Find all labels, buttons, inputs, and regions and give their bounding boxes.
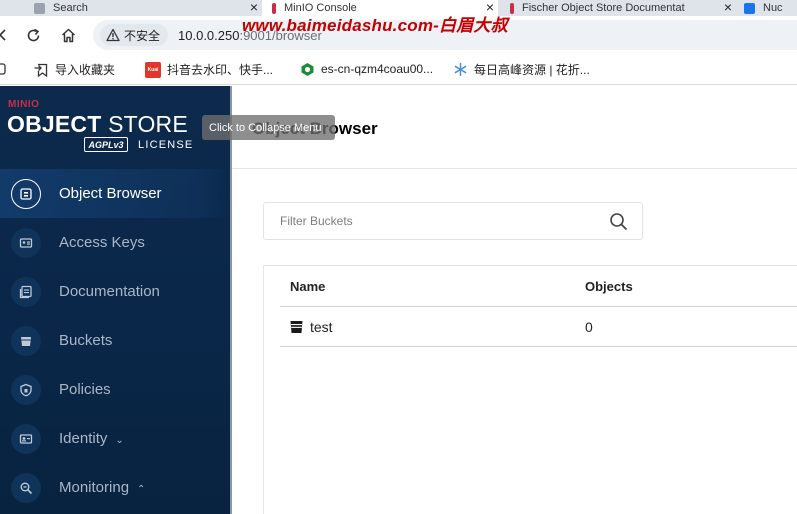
sidebar-item-identity[interactable]: Identity ⌄ — [0, 414, 230, 463]
security-indicator[interactable]: 不安全 — [100, 24, 169, 46]
import-bookmarks-icon — [33, 62, 49, 78]
brand-light: STORE — [108, 111, 188, 137]
table-row[interactable]: test 0 — [280, 307, 797, 347]
sidebar-item-label: Buckets — [59, 332, 113, 349]
collapse-menu-tooltip: Click to Collapse Menu — [202, 115, 335, 140]
tab-docs[interactable]: Fischer Object Store Documentat × — [500, 0, 736, 16]
sidebar-item-label: Documentation — [59, 283, 160, 300]
bookmark-douyin[interactable]: Kuai 抖音去水印、快手... — [145, 61, 273, 78]
access-keys-icon — [11, 227, 41, 258]
tab-search[interactable]: Search × — [0, 0, 262, 16]
filter-buckets-input[interactable] — [264, 203, 594, 239]
search-tab-icon — [34, 2, 45, 14]
column-header-name[interactable]: Name — [290, 279, 325, 294]
documentation-icon — [11, 276, 41, 307]
bucket-icon — [290, 321, 303, 333]
apps-icon — [0, 61, 8, 77]
bookmark-apps[interactable] — [0, 61, 14, 77]
sidebar-item-label: Access Keys — [59, 234, 145, 251]
bookmark-label: 导入收藏夹 — [55, 63, 116, 77]
identity-icon — [11, 423, 41, 454]
docs-tab-icon — [510, 2, 514, 14]
page-header: Object Browser Click to Collapse Menu — [202, 86, 797, 169]
filter-buckets-box[interactable] — [263, 202, 643, 240]
bucket-name: test — [310, 319, 333, 335]
column-header-objects[interactable]: Objects — [585, 279, 633, 294]
brand-title: OBJECT STORE — [7, 111, 188, 138]
sidebar-item-documentation[interactable]: Documentation — [0, 267, 230, 316]
elastic-favicon-icon — [299, 61, 315, 77]
sidebar-item-monitoring[interactable]: Monitoring ⌃ — [0, 463, 230, 512]
watermark: www.baimeidashu.com-白眉大叔 — [242, 16, 508, 35]
bookmark-resources[interactable]: 每日高峰资源 | 花折... — [452, 61, 590, 78]
sidebar-item-policies[interactable]: Policies — [0, 365, 230, 414]
bookmarks-bar: 导入收藏夹 Kuai 抖音去水印、快手... es-cn-qzm4coau00.… — [0, 54, 797, 85]
browser-window: Search × MinIO Console × Fischer Object … — [0, 0, 797, 514]
table-header: Name Objects — [280, 266, 797, 307]
sidebar-item-label: Object Browser — [59, 185, 162, 202]
home-icon[interactable] — [57, 24, 79, 46]
main-content: Object Browser Click to Collapse Menu Na… — [202, 86, 797, 514]
sidebar: MINIO OBJECT STORE AGPLv3 LICENSE Object… — [0, 86, 230, 514]
monitoring-icon — [11, 472, 41, 503]
snowflake-favicon-icon — [452, 62, 468, 78]
agpl-logo: AGPLv3 — [84, 137, 128, 152]
bookmark-es[interactable]: es-cn-qzm4coau00... — [299, 61, 433, 77]
tab-title: Nuc — [763, 2, 783, 14]
buckets-table: Name Objects test 0 — [263, 265, 797, 514]
tab-title: Search — [53, 2, 88, 14]
bookmark-label: 抖音去水印、快手... — [167, 63, 274, 77]
back-icon[interactable] — [0, 24, 14, 46]
sidebar-item-buckets[interactable]: Buckets — [0, 316, 230, 365]
bucket-objects-cell: 0 — [585, 319, 593, 335]
tab-title: Fischer Object Store Documentat — [522, 2, 685, 14]
bookmark-label: es-cn-qzm4coau00... — [321, 62, 434, 76]
chevron-up-icon[interactable]: ⌃ — [137, 484, 145, 495]
monitoring-label: Monitoring — [59, 479, 130, 496]
identity-label: Identity — [59, 430, 108, 447]
nuc-tab-icon — [744, 2, 755, 14]
search-icon[interactable] — [609, 212, 628, 236]
warning-icon — [106, 28, 120, 42]
sidebar-menu: Object Browser Access Keys Documentation… — [0, 169, 230, 512]
sidebar-item-access-keys[interactable]: Access Keys — [0, 218, 230, 267]
security-label: 不安全 — [124, 28, 161, 43]
policies-icon — [11, 374, 41, 405]
brand-bold: OBJECT — [7, 111, 102, 137]
bookmark-label: 每日高峰资源 | 花折... — [474, 63, 590, 77]
object-browser-icon — [11, 178, 41, 209]
sidebar-item-object-browser[interactable]: Object Browser — [0, 169, 230, 218]
url-host: 10.0.0.250 — [178, 27, 240, 43]
tab-nuc[interactable]: Nuc — [740, 0, 797, 16]
sidebar-item-label: Monitoring ⌃ — [59, 479, 145, 496]
close-icon[interactable]: × — [724, 0, 732, 15]
license-label: LICENSE — [138, 138, 194, 151]
bookmark-import[interactable]: 导入收藏夹 — [33, 61, 115, 78]
bucket-name-cell: test — [290, 319, 333, 335]
brand-minio-logo: MINIO — [8, 99, 40, 110]
reload-icon[interactable] — [22, 24, 44, 46]
sidebar-item-label: Policies — [59, 381, 111, 398]
buckets-icon — [11, 325, 41, 356]
sidebar-item-label: Identity ⌄ — [59, 430, 124, 447]
kuai-favicon-icon: Kuai — [145, 61, 161, 78]
chevron-down-icon[interactable]: ⌄ — [115, 435, 123, 446]
license-badge: AGPLv3 LICENSE — [84, 137, 193, 152]
